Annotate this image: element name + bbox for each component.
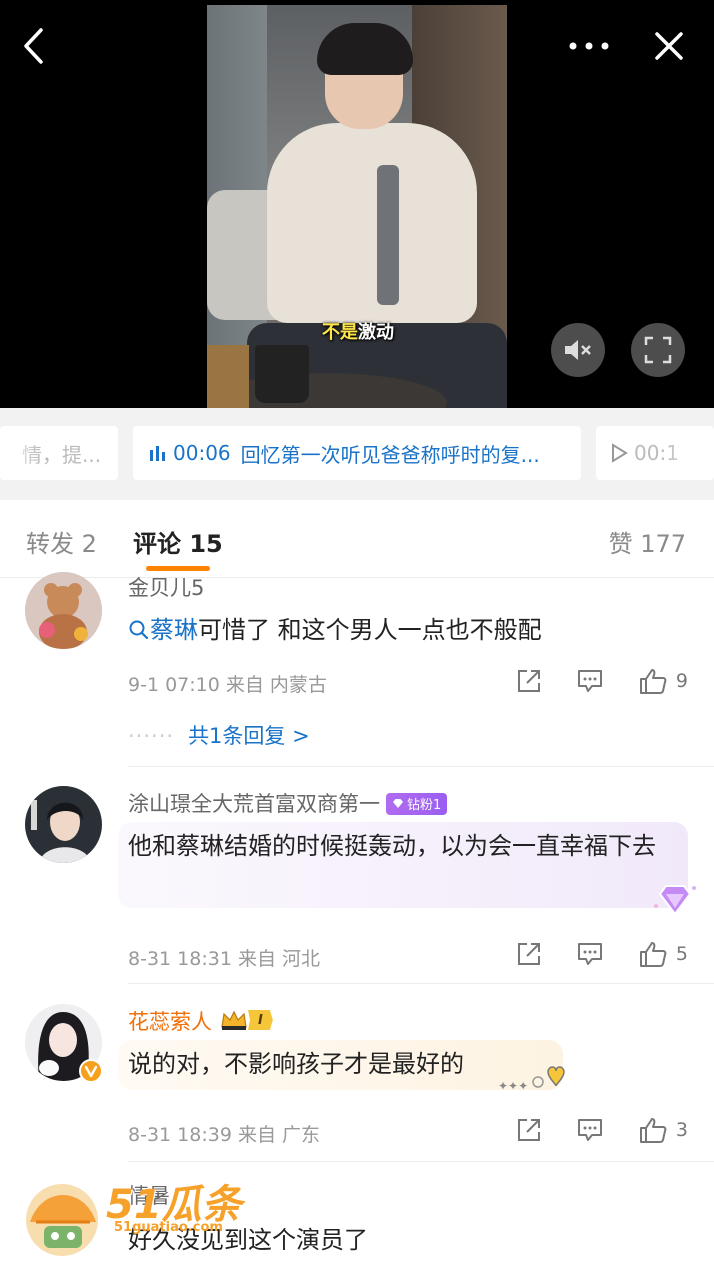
divider (128, 1161, 714, 1162)
video-scene-person-body (267, 123, 477, 323)
tab-likes[interactable]: 赞 177 (609, 524, 686, 559)
chapter-strip[interactable]: 情，提... 00:06 回忆第一次听见爸爸称呼时的复... 00:1 (0, 408, 714, 500)
close-button[interactable] (645, 22, 693, 70)
divider (128, 983, 714, 984)
comment-meta: 8-31 18:39 来自 广东 (128, 1124, 321, 1146)
avatar[interactable] (25, 572, 102, 649)
comment-icon (577, 1119, 602, 1141)
comment-meta: 9-1 07:10 来自 内蒙古 (128, 674, 327, 696)
fullscreen-icon (644, 336, 672, 364)
watermark-site: 51guatiao.com (114, 1220, 223, 1235)
fullscreen-button[interactable] (631, 323, 685, 377)
share-button[interactable] (516, 668, 542, 694)
chapter-card-current[interactable]: 00:06 回忆第一次听见爸爸称呼时的复... (133, 426, 581, 480)
chapter-card-previous[interactable]: 情，提... (0, 426, 118, 480)
comment-meta: 8-31 18:31 来自 河北 (128, 948, 321, 970)
share-icon (517, 943, 540, 965)
search-topic-link[interactable]: 蔡琳 (128, 616, 198, 644)
site-watermark: 51瓜条 51guatiao.com (22, 1172, 252, 1262)
audio-bars-icon (150, 446, 165, 461)
avatar-image (25, 572, 102, 649)
thumbs-up-icon (639, 669, 667, 694)
play-icon (612, 443, 628, 463)
speaker-muted-icon (565, 340, 591, 360)
video-frame[interactable] (207, 5, 507, 408)
video-player[interactable]: 不是激动 (0, 0, 714, 408)
like-count: 5 (675, 943, 688, 965)
view-replies-link[interactable]: ······ 共1条回复 > (128, 720, 310, 750)
share-button[interactable] (516, 1117, 542, 1143)
svg-text:✦✦✦: ✦✦✦ (498, 1079, 528, 1093)
share-button[interactable] (516, 941, 542, 967)
video-scene-tie (377, 165, 399, 305)
diamond-icon (393, 799, 403, 808)
share-icon (517, 1119, 540, 1141)
comment-actions: 5 (482, 940, 688, 968)
comment-item: 涂山璟全大荒首富双商第一 钻粉1 他和蔡琳结婚的时候挺轰动，以为会一直幸福下去 8… (0, 786, 714, 984)
comment-text: 蔡琳可惜了 和这个男人一点也不般配 (128, 608, 542, 652)
tab-active-indicator (146, 566, 210, 571)
subtitle-highlight: 不是 (322, 322, 358, 343)
comment-text: 说的对，不影响孩子才是最好的 (128, 1050, 464, 1078)
chapter-time: 00:06 (173, 441, 231, 465)
tab-repost[interactable]: 转发 2 (26, 524, 97, 559)
tab-comments[interactable]: 评论 15 (133, 524, 223, 559)
like-button[interactable]: 3 (638, 1116, 688, 1144)
comment-actions: 3 (482, 1116, 688, 1144)
mute-button[interactable] (551, 323, 605, 377)
diamond-decoration-icon (654, 885, 696, 916)
more-button[interactable] (565, 22, 613, 70)
like-button[interactable]: 9 (638, 667, 688, 695)
fan-badge[interactable]: 钻粉1 (386, 792, 448, 815)
back-button[interactable] (10, 22, 58, 70)
comment-username[interactable]: 花蕊萦人 I (128, 1006, 273, 1036)
video-scene-box (207, 345, 249, 408)
thumbs-up-icon (639, 942, 667, 967)
crown-icon (221, 1010, 247, 1030)
close-icon (655, 32, 683, 60)
search-icon (129, 620, 149, 640)
comment-item: 花蕊萦人 I ✦✦✦ 说的对，不影响孩子才是最好的 8-31 18:39 来自 广… (0, 1004, 714, 1162)
comment-text: 他和蔡琳结婚的时候挺轰动，以为会一直幸福下去 (128, 832, 656, 860)
comment-actions: 9 (482, 667, 688, 695)
reply-button[interactable] (576, 668, 604, 694)
video-scene-cup (255, 345, 309, 403)
tab-bar: 转发 2 评论 15 赞 177 (0, 500, 714, 578)
comment-icon (577, 670, 602, 692)
heart-decoration-icon: ✦✦✦ (498, 1066, 565, 1093)
like-count: 3 (675, 1119, 688, 1141)
share-icon (517, 670, 540, 692)
thumbs-up-icon (639, 1118, 667, 1143)
chevron-left-icon (24, 28, 43, 64)
comment-username[interactable]: 涂山璟全大荒首富双商第一 钻粉1 (128, 788, 448, 818)
comment-item: 金贝儿5 蔡琳可惜了 和这个男人一点也不般配 9-1 07:10 来自 内蒙古 … (0, 572, 714, 768)
like-count: 9 (675, 670, 688, 692)
chapter-label: 回忆第一次听见爸爸称呼时的复... (240, 442, 540, 467)
comment-icon (577, 943, 602, 965)
verified-badge-icon (79, 1059, 103, 1083)
subtitle-text: 激动 (358, 322, 394, 343)
comment-username[interactable]: 金贝儿5 (128, 572, 204, 602)
avatar-image (25, 786, 102, 863)
reply-button[interactable] (576, 941, 604, 967)
chapter-card-next[interactable]: 00:1 (596, 426, 714, 480)
like-button[interactable]: 5 (638, 940, 688, 968)
divider (128, 766, 714, 767)
watermark-logo-icon (26, 1184, 98, 1256)
vip-badge[interactable]: I (220, 1009, 273, 1031)
video-scene-person-hair (317, 23, 413, 75)
more-icon (569, 42, 609, 50)
video-subtitle: 不是激动 (322, 318, 394, 344)
avatar[interactable] (25, 786, 102, 863)
reply-button[interactable] (576, 1117, 604, 1143)
